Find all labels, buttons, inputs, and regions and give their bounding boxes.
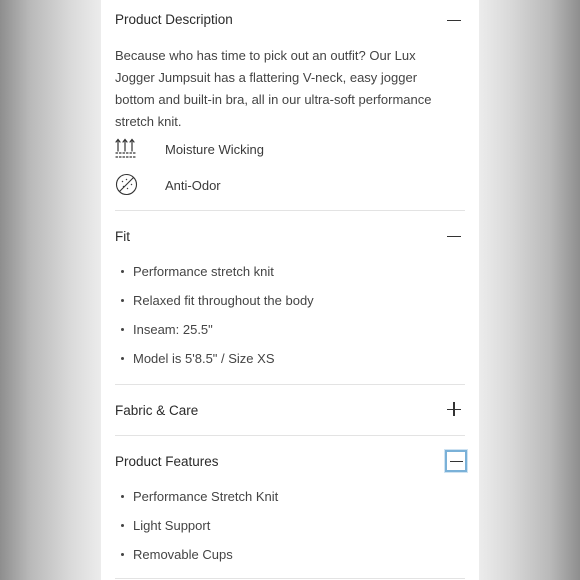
anti-odor-icon <box>115 173 139 202</box>
list-item-text: Inseam: 25.5" <box>133 322 213 337</box>
moisture-wicking-icon <box>115 137 137 166</box>
minus-icon[interactable] <box>447 13 463 29</box>
divider <box>115 578 465 579</box>
minus-icon[interactable] <box>445 450 467 472</box>
list-item-text: Relaxed fit throughout the body <box>133 293 314 308</box>
accordion-title: Product Features <box>115 454 219 469</box>
divider <box>115 210 465 211</box>
accordion-header-product-features[interactable]: Product Features <box>115 449 467 475</box>
minus-icon[interactable] <box>447 229 463 245</box>
list-item: Model is 5'8.5" / Size XS <box>121 351 275 366</box>
list-item-text: Light Support <box>133 518 211 533</box>
list-item: Light Support <box>121 518 210 533</box>
divider <box>115 384 465 385</box>
divider <box>115 435 465 436</box>
list-item: Relaxed fit throughout the body <box>121 293 314 308</box>
list-item-text: Performance Stretch Knit <box>133 489 279 504</box>
list-item-text: Performance stretch knit <box>133 264 274 279</box>
feature-label: Moisture Wicking <box>165 142 264 157</box>
accordion-title: Fit <box>115 229 130 244</box>
accordion-header-fit[interactable]: Fit <box>115 224 465 248</box>
list-item-text: Removable Cups <box>133 547 233 562</box>
plus-icon[interactable] <box>447 402 463 418</box>
list-item: Removable Cups <box>121 547 233 562</box>
list-item: Inseam: 25.5" <box>121 322 213 337</box>
feature-label: Anti-Odor <box>165 178 221 193</box>
product-details-panel: Product Description Because who has time… <box>101 0 479 580</box>
feature-anti-odor: Anti-Odor <box>115 173 415 199</box>
list-item: Performance stretch knit <box>121 264 274 279</box>
accordion-title: Product Description <box>115 12 233 27</box>
list-item-text: Model is 5'8.5" / Size XS <box>133 351 275 366</box>
accordion-header-fabric-care[interactable]: Fabric & Care <box>115 398 465 422</box>
feature-moisture-wicking: Moisture Wicking <box>115 137 415 163</box>
product-description-text: Because who has time to pick out an outf… <box>115 48 432 129</box>
list-item: Performance Stretch Knit <box>121 489 278 504</box>
accordion: Product Description Because who has time… <box>115 0 467 580</box>
accordion-header-description[interactable]: Product Description <box>115 8 465 32</box>
accordion-title: Fabric & Care <box>115 403 199 418</box>
